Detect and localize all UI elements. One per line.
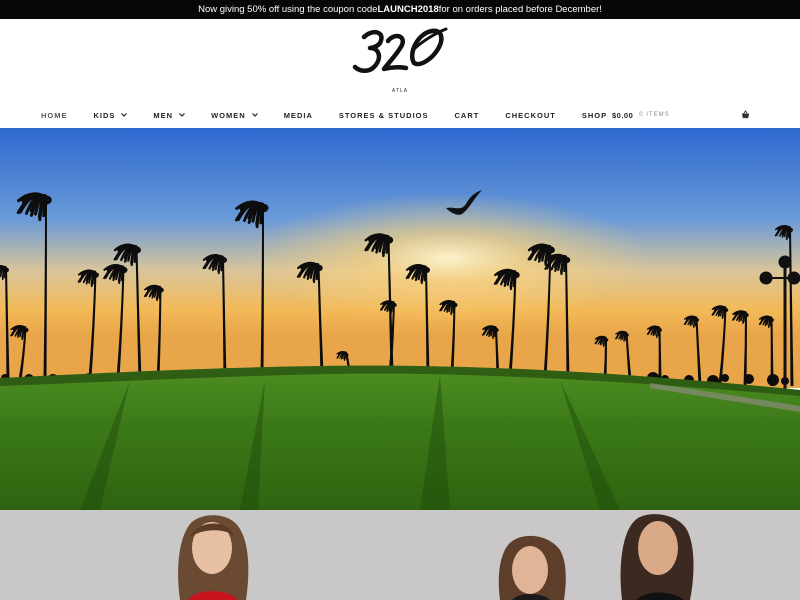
nav-item-home[interactable]: HOME	[41, 111, 68, 120]
promo-bar: Now giving 50% off using the coupon code…	[0, 0, 800, 19]
model-photo-right	[400, 510, 800, 600]
nav-item-men[interactable]: MEN	[153, 110, 186, 120]
product-tile-right[interactable]	[400, 510, 800, 600]
hero-banner-image	[0, 128, 800, 510]
cart-summary[interactable]: $0.00 0 ITEMS	[612, 109, 752, 121]
nav-item-media[interactable]: MEDIA	[284, 111, 313, 120]
nav-label-cart: CART	[454, 110, 480, 120]
model-photo-left	[0, 510, 400, 600]
nav-item-cart[interactable]: CART	[454, 111, 479, 120]
product-tile-left[interactable]	[0, 510, 400, 600]
cart-item-count: 0 ITEMS	[639, 112, 670, 118]
basket-icon[interactable]	[741, 110, 750, 119]
nav-label-checkout: CHECKOUT	[505, 110, 556, 120]
nav-label-shop: SHOP	[581, 110, 608, 120]
nav-label-kids: KIDS	[93, 110, 116, 120]
promo-text-prefix: Now giving 50% off using the coupon code	[198, 4, 378, 15]
promo-code: LAUNCH2018	[377, 4, 439, 15]
nav-item-checkout[interactable]: CHECKOUT	[505, 111, 556, 120]
cart-total: $0.00	[612, 110, 634, 120]
nav-label-media: MEDIA	[283, 110, 313, 120]
nav-item-kids[interactable]: KIDS	[94, 111, 128, 120]
brand-subtitle: ATLA	[391, 88, 409, 94]
nav-item-stores-studios[interactable]: STORES & STUDIOS	[339, 111, 429, 120]
nav-label-men: MEN	[153, 110, 174, 120]
chevron-down-icon	[179, 113, 186, 117]
nav-label-women: WOMEN	[211, 110, 246, 120]
main-nav: HOME KIDS MEN WOMEN MEDIA STORES & STUDI…	[41, 109, 633, 121]
nav-label-home: HOME	[41, 110, 68, 120]
chevron-down-icon	[121, 113, 128, 117]
promo-text-suffix: for on orders placed before December!	[438, 4, 602, 15]
nav-label-stores-studios: STORES & STUDIOS	[338, 110, 429, 120]
product-showcase	[0, 510, 800, 600]
nav-item-shop[interactable]: SHOP	[582, 111, 607, 120]
site-header: ATLA HOME KIDS MEN WOMEN MEDIA STORES & …	[0, 19, 800, 128]
hero-scene	[0, 128, 800, 510]
chevron-down-icon	[251, 113, 258, 117]
nav-item-women[interactable]: WOMEN	[211, 111, 258, 120]
distant-shrub	[744, 374, 754, 384]
distant-shrub	[721, 374, 729, 382]
logo-mark-icon	[352, 27, 448, 73]
distant-shrub	[767, 374, 779, 386]
brand-logo[interactable]	[350, 23, 450, 85]
